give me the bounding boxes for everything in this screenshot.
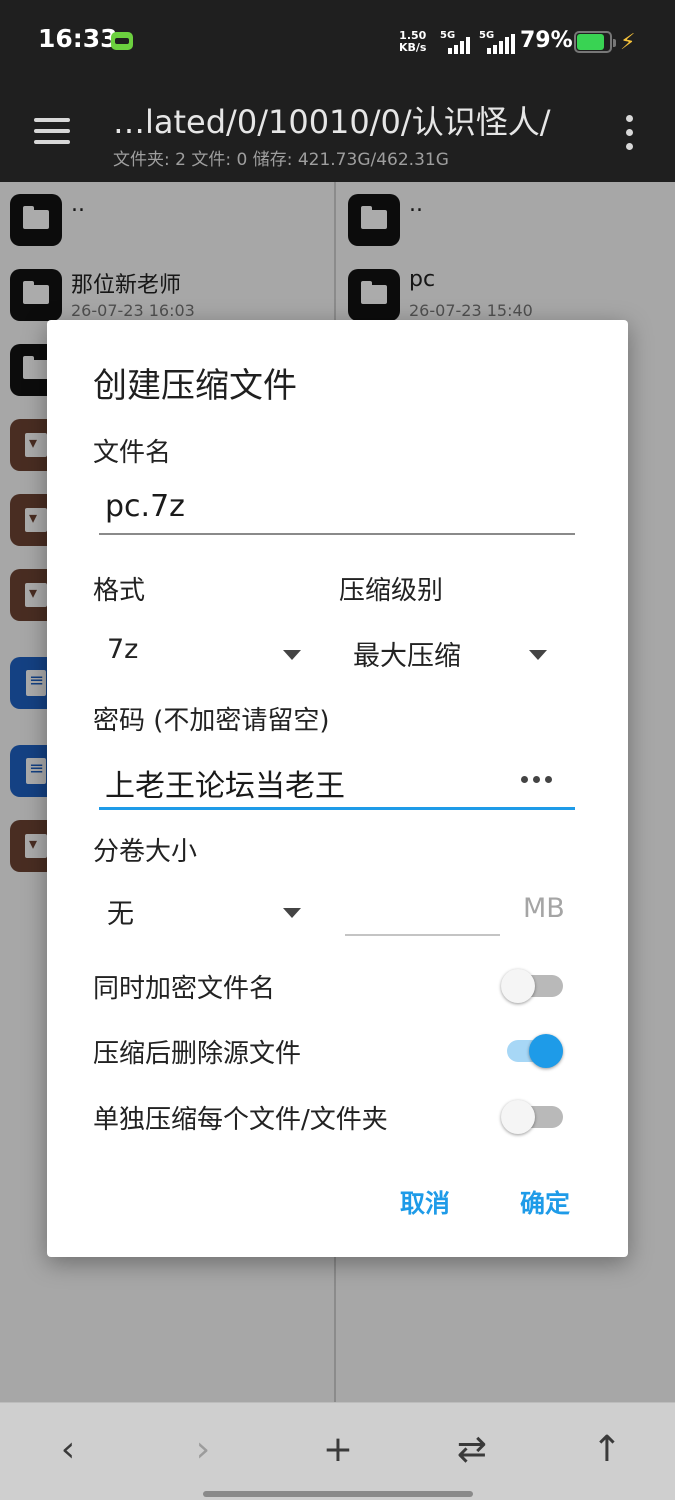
path-info: 文件夹: 2 文件: 0 储存: 421.73G/462.31G <box>113 150 449 170</box>
cancel-button[interactable]: 取消 <box>400 1184 450 1220</box>
encrypt-filenames-toggle[interactable] <box>501 969 563 1003</box>
status-time: 16:33 <box>38 24 118 53</box>
chevron-right-icon[interactable]: › <box>178 1429 228 1470</box>
filename-label: 文件名 <box>93 438 172 468</box>
more-horizontal-icon[interactable] <box>521 773 553 785</box>
password-input[interactable]: 上老王论坛当老王 <box>99 755 575 810</box>
dropdown-caret-icon <box>283 908 301 918</box>
filename-value: pc.7z <box>105 489 185 524</box>
delete-source-toggle[interactable] <box>501 1034 563 1068</box>
current-path[interactable]: …lated/0/10010/0/认识怪人/ <box>113 97 550 143</box>
signal-2-label: 5G <box>479 30 495 41</box>
format-select[interactable]: 7z <box>93 630 313 680</box>
more-vertical-icon[interactable] <box>624 115 634 151</box>
status-bar: 16:33 1.50 KB/s 5G 5G 79% ⚡ <box>0 0 675 85</box>
compression-level-select[interactable]: 最大压缩 <box>339 630 559 680</box>
chevron-left-icon[interactable]: ‹ <box>43 1429 93 1470</box>
compression-level-label: 压缩级别 <box>339 576 444 606</box>
app-bar: …lated/0/10010/0/认识怪人/ 文件夹: 2 文件: 0 储存: … <box>0 85 675 182</box>
volume-size-select[interactable]: 无 <box>93 888 313 938</box>
hamburger-menu-icon[interactable] <box>34 118 70 144</box>
password-label: 密码 (不加密请留空) <box>93 706 330 736</box>
network-speed: 1.50 KB/s <box>399 30 426 54</box>
arrow-up-icon[interactable]: ↑ <box>582 1429 632 1470</box>
format-label: 格式 <box>93 576 146 606</box>
bottom-toolbar: ‹ › + ⇄ ↑ <box>0 1402 675 1500</box>
dropdown-caret-icon <box>283 650 301 660</box>
volume-size-value: 无 <box>107 899 134 930</box>
volume-unit: MB <box>523 893 565 924</box>
network-speed-unit: KB/s <box>399 41 427 54</box>
create-archive-dialog: 创建压缩文件 文件名 pc.7z 格式 压缩级别 7z 最大压缩 密码 (不加密… <box>47 320 628 1257</box>
dialog-title: 创建压缩文件 <box>93 366 297 406</box>
signal-2-icon: 5G <box>479 30 523 54</box>
format-value: 7z <box>107 634 139 665</box>
battery-percent: 79% <box>520 28 573 53</box>
encrypt-filenames-label: 同时加密文件名 <box>93 974 276 1004</box>
compress-separately-label: 单独压缩每个文件/文件夹 <box>93 1105 388 1135</box>
signal-1-label: 5G <box>440 30 456 41</box>
charging-bolt-icon: ⚡ <box>620 30 636 55</box>
signal-1-icon: 5G <box>440 30 484 54</box>
delete-source-label: 压缩后删除源文件 <box>93 1039 302 1069</box>
gesture-bar[interactable] <box>203 1491 473 1497</box>
swap-arrows-icon[interactable]: ⇄ <box>447 1429 497 1470</box>
filename-input[interactable]: pc.7z <box>99 485 575 535</box>
plus-icon[interactable]: + <box>313 1429 363 1470</box>
ok-button[interactable]: 确定 <box>520 1184 570 1220</box>
password-value: 上老王论坛当老王 <box>105 769 345 804</box>
screen-record-icon <box>111 32 133 50</box>
compress-separately-toggle[interactable] <box>501 1100 563 1134</box>
volume-size-input[interactable] <box>345 888 500 936</box>
dropdown-caret-icon <box>529 650 547 660</box>
battery-icon <box>574 31 616 53</box>
volume-size-label: 分卷大小 <box>93 837 198 867</box>
compression-level-value: 最大压缩 <box>353 641 461 672</box>
